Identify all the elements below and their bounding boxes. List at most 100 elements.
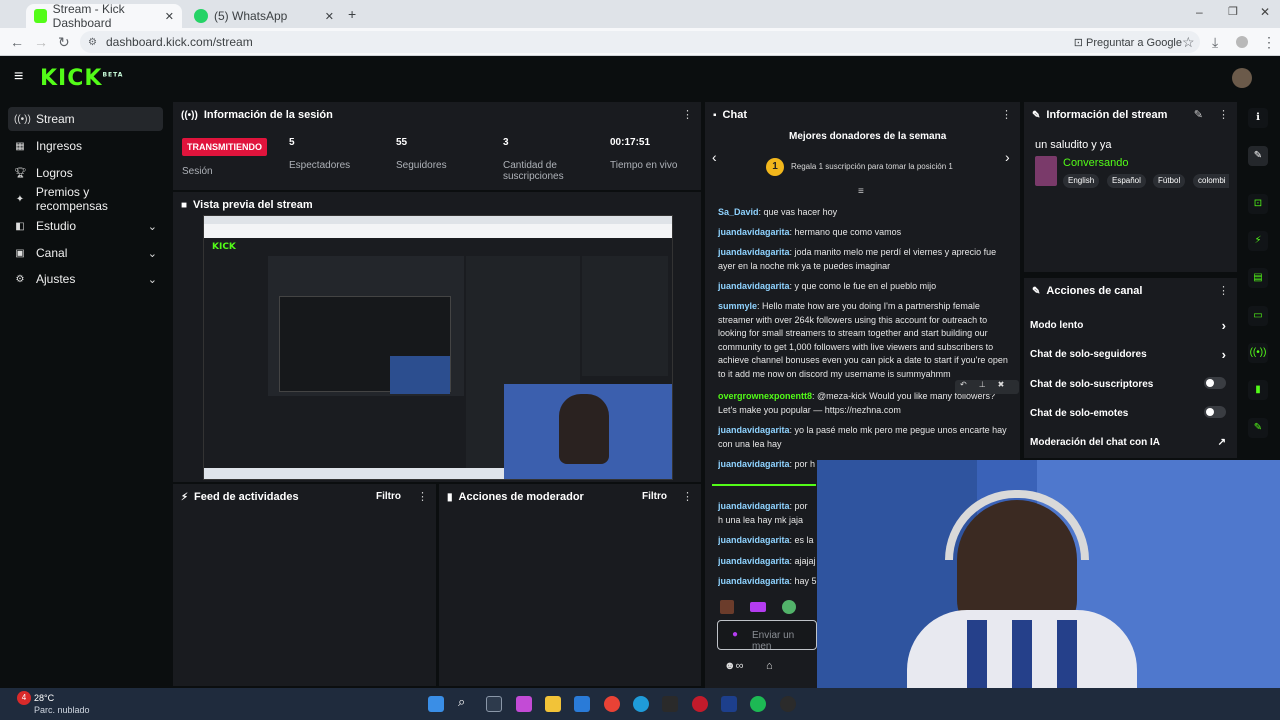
bookmark-star-icon[interactable]: ☆ (1182, 34, 1195, 51)
chat-username[interactable]: overgrownexponentt8 (718, 391, 812, 401)
chat-username[interactable]: juandavidagarita (718, 425, 790, 435)
chat-username[interactable]: juandavidagarita (718, 459, 790, 469)
chat-text: : Hello mate how are you doing I'm a par… (718, 301, 1008, 379)
subscribers-only-toggle[interactable] (1204, 377, 1226, 389)
store-icon[interactable]: ⌂ (766, 660, 773, 672)
emote-icon[interactable] (782, 600, 796, 614)
info-icon[interactable]: ℹ (1248, 108, 1268, 128)
close-tab-icon[interactable]: ✕ (165, 10, 174, 23)
capture-icon[interactable]: ⊡ (1248, 194, 1268, 214)
camera-icon: ■ (181, 199, 188, 211)
more-options-icon[interactable]: ⋮ (682, 108, 693, 121)
more-options-icon[interactable]: ⋮ (1001, 108, 1012, 121)
wrench-tool-icon[interactable]: ✎ (1248, 418, 1268, 438)
reload-icon[interactable]: ↻ (58, 34, 70, 51)
microphone-icon[interactable]: ● (732, 629, 738, 640)
chat-username[interactable]: juandavidagarita (718, 281, 790, 291)
ask-google-button[interactable]: ⊡ Preguntar a Google (1074, 36, 1182, 49)
download-icon[interactable]: ⤓ (1212, 34, 1218, 51)
session-info-header: ((•)) Información de la sesión (173, 102, 701, 128)
close-tab-icon[interactable]: ✕ (325, 10, 334, 23)
delete-icon[interactable]: ✖ (998, 380, 1005, 389)
media-player-icon[interactable] (662, 696, 678, 712)
document-icon[interactable]: ▤ (1248, 268, 1268, 288)
sidebar-item-ajustes[interactable]: ⚙ Ajustes ⌄ (8, 267, 163, 291)
obs-icon[interactable] (692, 696, 708, 712)
emote-icon[interactable] (750, 602, 766, 612)
emotes-only-toggle[interactable] (1204, 406, 1226, 418)
chat-username[interactable]: juandavidagarita (718, 501, 790, 511)
file-explorer-icon[interactable] (545, 696, 561, 712)
store-app-icon[interactable] (574, 696, 590, 712)
search-icon[interactable]: ⌕ (458, 694, 465, 710)
close-window-icon[interactable]: ✕ (1260, 5, 1270, 19)
hamburger-menu-icon[interactable]: ≡ (14, 68, 23, 86)
forward-icon[interactable]: → (34, 34, 48, 50)
url-input[interactable]: ⚙ dashboard.kick.com/stream ⊡ Preguntar … (80, 31, 1200, 53)
edge-icon[interactable] (633, 696, 649, 712)
chat-username[interactable]: juandavidagarita (718, 576, 790, 586)
wrench-icon: ✎ (1032, 285, 1041, 297)
user-avatar[interactable] (1232, 68, 1252, 88)
browser-menu-icon[interactable]: ⋮ (1262, 34, 1276, 51)
pin-icon[interactable]: ⊥ (979, 380, 986, 389)
app-icon[interactable] (780, 696, 796, 712)
sidebar-item-logros[interactable]: 🏆︎ Logros (8, 161, 163, 185)
chat-input[interactable]: ● Enviar un men (717, 620, 817, 652)
chat-message: juandavidagarita: por h una lea hay mk j… (718, 500, 814, 527)
broadcast-icon[interactable]: ((•)) (1248, 343, 1268, 363)
chrome-icon[interactable] (604, 696, 620, 712)
new-tab-icon[interactable]: + (348, 6, 356, 22)
sidebar-item-canal[interactable]: ▣ Canal ⌄ (8, 241, 163, 265)
sidebar-item-premios[interactable]: ✦ Premios y recompensas (8, 185, 163, 213)
tab-whatsapp[interactable]: (5) WhatsApp ✕ (186, 4, 342, 28)
chat-username[interactable]: juandavidagarita (718, 556, 790, 566)
chat-tool-icon[interactable]: ▭ (1248, 306, 1268, 326)
shield-tool-icon[interactable]: ▮ (1248, 380, 1268, 400)
bolt-tool-icon[interactable]: ⚡︎ (1248, 231, 1268, 251)
chat-username[interactable]: Sa_David (718, 207, 759, 217)
tab-kick-dashboard[interactable]: Stream - Kick Dashboard ✕ (26, 2, 182, 30)
chevron-left-icon[interactable]: ‹ (712, 149, 717, 165)
copilot-icon[interactable] (516, 696, 532, 712)
slow-mode-row[interactable]: Modo lento › (1030, 318, 1226, 333)
back-icon[interactable]: ← (10, 34, 24, 50)
filter-button[interactable]: Filtro (376, 491, 401, 502)
followers-only-row[interactable]: Chat de solo-seguidores › (1030, 347, 1226, 362)
task-view-icon[interactable] (486, 696, 502, 712)
more-options-icon[interactable]: ⋮ (682, 490, 693, 503)
windows-start-icon[interactable] (428, 696, 444, 712)
kick-logo[interactable]: KICKBETA (40, 66, 123, 91)
more-options-icon[interactable]: ⋮ (1218, 108, 1229, 121)
stream-category[interactable]: Conversando (1063, 157, 1128, 169)
emote-picker-icon[interactable]: ☻∞ (724, 660, 743, 672)
profile-avatar[interactable] (1236, 36, 1248, 48)
edit-layout-icon[interactable]: ✎ (1248, 146, 1268, 166)
chat-username[interactable]: juandavidagarita (718, 247, 790, 257)
chat-username[interactable]: juandavidagarita (718, 227, 790, 237)
sidebar-item-stream[interactable]: ((•)) Stream (8, 107, 163, 131)
more-options-icon[interactable]: ⋮ (1218, 284, 1229, 297)
sidebar-item-estudio[interactable]: ◧ Estudio ⌄ (8, 214, 163, 238)
reply-icon[interactable]: ↶ (960, 380, 967, 389)
more-options-icon[interactable]: ⋮ (417, 490, 428, 503)
chevron-right-icon[interactable]: › (1005, 149, 1010, 165)
site-info-icon[interactable]: ⚙ (88, 37, 97, 48)
spotify-icon[interactable] (750, 696, 766, 712)
chat-username[interactable]: juandavidagarita (718, 535, 790, 545)
filter-button[interactable]: Filtro (642, 491, 667, 502)
chat-username[interactable]: summyle (718, 301, 757, 311)
collapse-donors-icon[interactable]: ≡ (858, 186, 864, 197)
emote-icon[interactable] (720, 600, 734, 614)
ai-moderation-row[interactable]: Moderación del chat con IA ↗ (1030, 437, 1226, 448)
minimize-icon[interactable]: – (1196, 5, 1203, 19)
panel-title: Acciones de moderador (458, 491, 584, 503)
edit-icon[interactable]: ✎ (1194, 108, 1203, 121)
stream-preview-video[interactable]: KICK (203, 215, 673, 480)
panel-title: Acciones de canal (1046, 285, 1143, 297)
sidebar-item-ingresos[interactable]: ▦ Ingresos (8, 134, 163, 158)
restore-icon[interactable]: ❐ (1228, 5, 1238, 18)
chevron-right-icon: › (1221, 318, 1226, 333)
sidebar: ((•)) Stream ▦ Ingresos 🏆︎ Logros ✦ Premios … (0, 100, 170, 688)
app-icon[interactable] (721, 696, 737, 712)
